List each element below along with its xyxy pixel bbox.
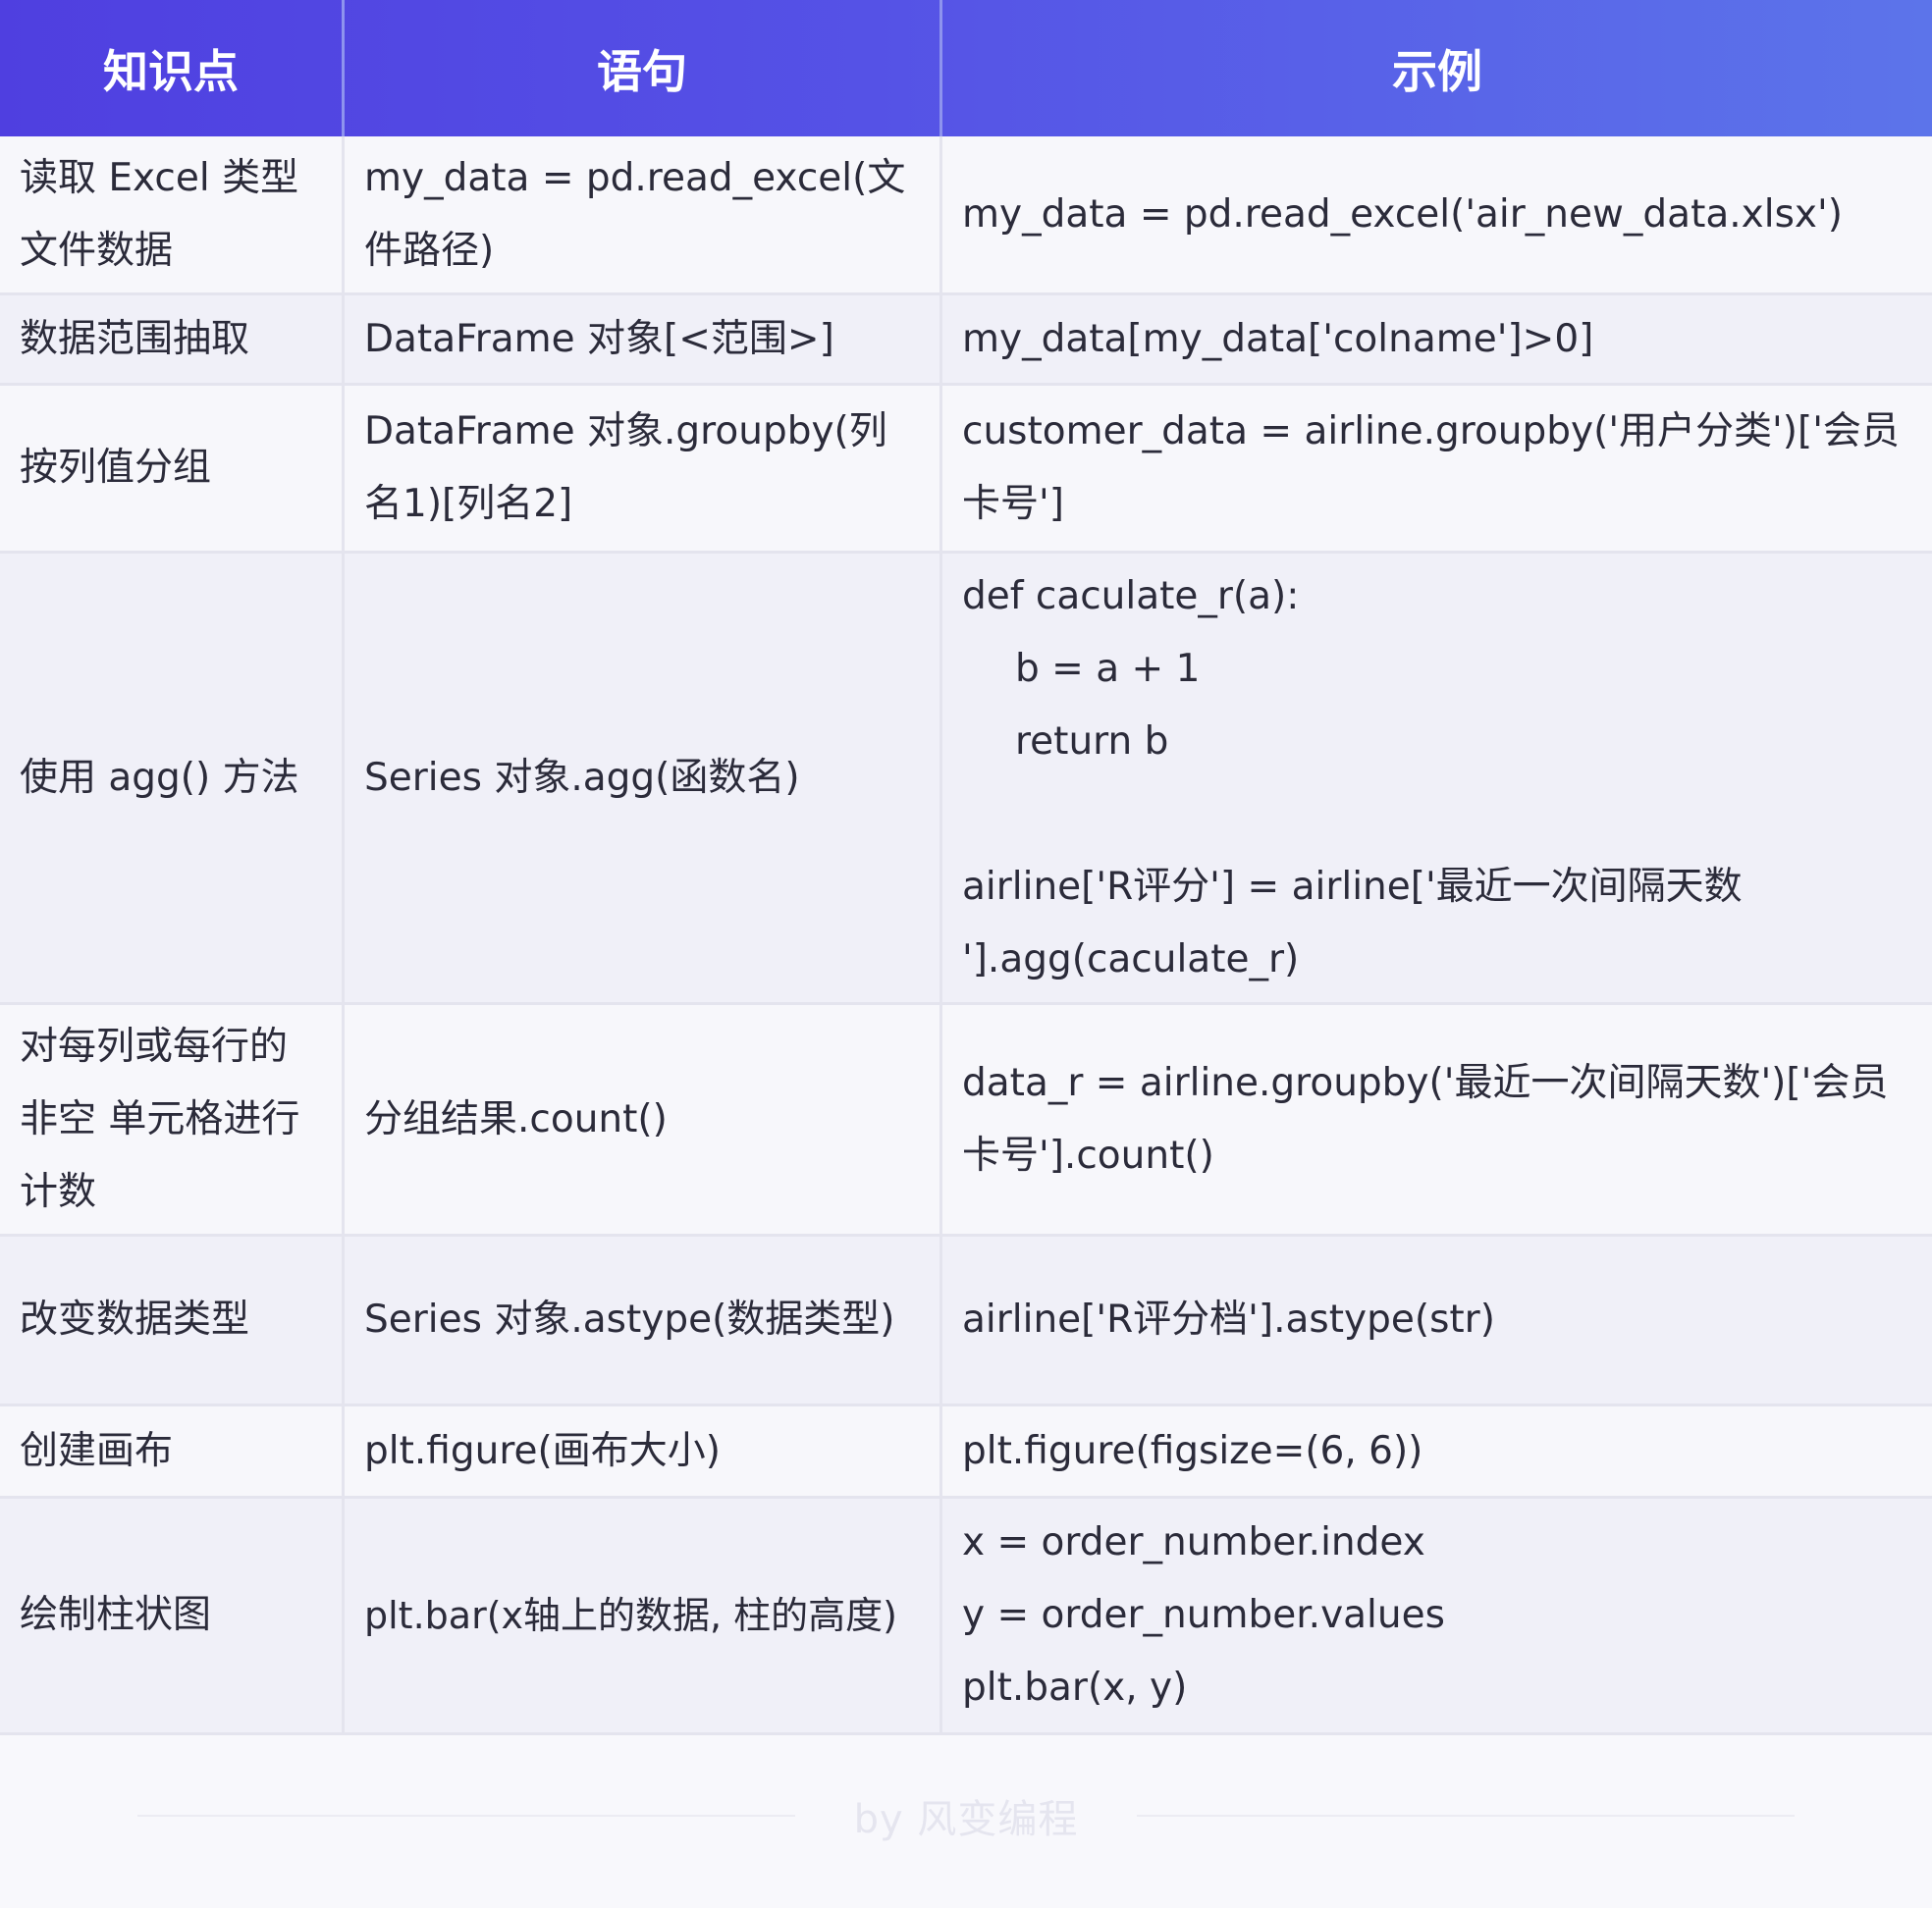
- table-row: 改变数据类型 Series 对象.astype(数据类型) airline['R…: [0, 1237, 1932, 1406]
- cell-example: my_data = pd.read_excel('air_new_data.xl…: [962, 191, 1843, 237]
- table-row: 绘制柱状图 plt.bar(x轴上的数据, 柱的高度) x = order_nu…: [0, 1499, 1932, 1735]
- table-row: 读取 Excel 类型 文件数据 my_data = pd.read_excel…: [0, 136, 1932, 295]
- table-row: 创建画布 plt.figure(画布大小) plt.figure(figsize…: [0, 1406, 1932, 1499]
- cell-example: my_data[my_data['colname']>0]: [962, 316, 1594, 361]
- cell-statement: DataFrame 对象[<范围>]: [345, 295, 942, 383]
- cell-statement: DataFrame 对象.groupby(列 名1)[列名2]: [345, 386, 942, 551]
- footer: by 风变编程: [0, 1786, 1932, 1845]
- cell-statement: 分组结果.count(): [345, 1005, 942, 1234]
- table-header: 知识点 语句 示例: [0, 0, 1932, 136]
- footer-watermark: by 风变编程: [853, 1797, 1079, 1842]
- cell-knowledge: 创建画布: [0, 1406, 345, 1496]
- footer-divider-right: [1137, 1815, 1796, 1817]
- cell-knowledge: 数据范围抽取: [0, 295, 345, 383]
- knowledge-table: 知识点 语句 示例 读取 Excel 类型 文件数据 my_data = pd.…: [0, 0, 1932, 1735]
- cell-statement: my_data = pd.read_excel(文 件路径): [345, 136, 942, 292]
- cell-statement: Series 对象.agg(函数名): [345, 554, 942, 1002]
- cell-statement: plt.bar(x轴上的数据, 柱的高度): [345, 1499, 942, 1732]
- cell-example: plt.figure(figsize=(6, 6)): [962, 1428, 1423, 1473]
- cell-example: data_r = airline.groupby('最近一次间隔天数')['会员…: [962, 1060, 1889, 1178]
- cell-statement: Series 对象.astype(数据类型): [345, 1237, 942, 1404]
- cell-knowledge: 按列值分组: [0, 386, 345, 551]
- cell-knowledge: 对每列或每行的 非空 单元格进行 计数: [0, 1005, 345, 1234]
- header-statement: 语句: [345, 0, 942, 136]
- cell-example: airline['R评分档'].astype(str): [962, 1298, 1495, 1342]
- cell-example: customer_data = airline.groupby('用户分类')[…: [962, 409, 1900, 526]
- footer-divider-left: [136, 1815, 795, 1817]
- cell-knowledge: 读取 Excel 类型 文件数据: [0, 136, 345, 292]
- cell-statement: plt.figure(画布大小): [345, 1406, 942, 1496]
- table-row: 使用 agg() 方法 Series 对象.agg(函数名) def cacul…: [0, 554, 1932, 1005]
- cell-knowledge: 使用 agg() 方法: [0, 554, 345, 1002]
- table-row: 对每列或每行的 非空 单元格进行 计数 分组结果.count() data_r …: [0, 1005, 1932, 1237]
- cell-knowledge: 改变数据类型: [0, 1237, 345, 1404]
- table-row: 按列值分组 DataFrame 对象.groupby(列 名1)[列名2] cu…: [0, 386, 1932, 554]
- table-row: 数据范围抽取 DataFrame 对象[<范围>] my_data[my_dat…: [0, 295, 1932, 386]
- cell-knowledge: 绘制柱状图: [0, 1499, 345, 1732]
- cell-example: x = order_number.index y = order_number.…: [962, 1520, 1445, 1710]
- header-example: 示例: [1392, 44, 1482, 98]
- cell-example: def caculate_r(a): b = a + 1 return b ai…: [962, 573, 1743, 981]
- header-knowledge: 知识点: [0, 0, 345, 136]
